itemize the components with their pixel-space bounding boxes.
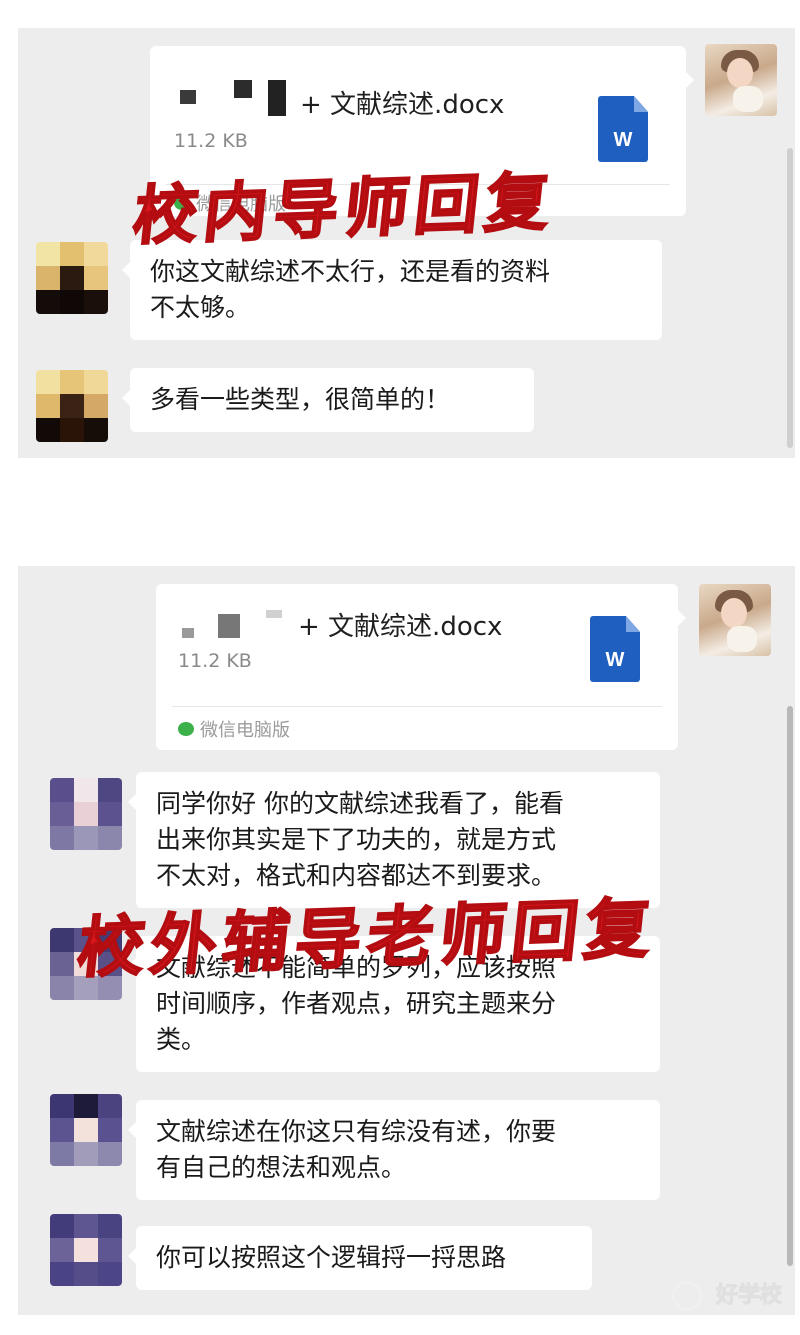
watermark: 好学校 [715, 1283, 782, 1309]
contact-avatar[interactable] [50, 1214, 122, 1286]
self-avatar[interactable] [705, 44, 777, 116]
message-line: 时间顺序，作者观点，研究主题来分 [156, 989, 557, 1018]
message-bubble[interactable]: 文献综述在你这只有综没有述，你要 有自己的想法和观点。 [128, 1100, 660, 1200]
redacted-filename-block [234, 80, 252, 98]
message-line: 同学你好 你的文献综述我看了，能看 [156, 789, 564, 818]
redacted-filename-block [182, 628, 194, 638]
message-line: 不太够。 [150, 293, 251, 322]
word-file-icon: W [590, 616, 640, 682]
message-line: 文献综述在你这只有综没有述，你要 [156, 1117, 557, 1146]
redacted-filename-block [266, 610, 282, 618]
word-letter: W [605, 649, 625, 671]
word-file-icon: W [598, 96, 648, 162]
scrollbar[interactable] [787, 148, 793, 448]
file-size: 11.2 KB [174, 130, 248, 152]
redacted-filename-block [268, 80, 286, 116]
avatar-cat [733, 86, 763, 112]
message-bubble[interactable]: 你这文献综述不太行，还是看的资料 不太够。 [122, 240, 662, 340]
message-line: 有自己的想法和观点。 [156, 1153, 407, 1182]
message-line: 你这文献综述不太行，还是看的资料 [150, 257, 551, 286]
contact-avatar[interactable] [50, 778, 122, 850]
avatar-face [721, 598, 747, 628]
stamp-label: 校内导师回复 [129, 164, 561, 256]
scrollbar[interactable] [787, 706, 793, 1266]
message-line: 多看一些类型，很简单的！ [150, 385, 451, 414]
contact-avatar[interactable] [36, 242, 108, 314]
watermark-logo-icon [672, 1281, 702, 1311]
message-line: 类。 [156, 1025, 207, 1054]
file-size: 11.2 KB [178, 650, 252, 672]
stamp-label: 校外辅导老师回复 [73, 888, 662, 988]
wechat-pc-icon [178, 722, 194, 736]
message-bubble[interactable]: 多看一些类型，很简单的！ [122, 368, 534, 432]
file-name: + 文献综述.docx [298, 612, 503, 642]
avatar-face [727, 58, 753, 88]
file-message[interactable]: + 文献综述.docx 11.2 KB W 微信电脑版 [156, 584, 686, 750]
message-line: 你可以按照这个逻辑捋一捋思路 [156, 1243, 507, 1272]
contact-avatar[interactable] [36, 370, 108, 442]
word-letter: W [613, 129, 633, 151]
message-bubble[interactable]: 你可以按照这个逻辑捋一捋思路 [128, 1226, 592, 1290]
file-source: 微信电脑版 [178, 716, 290, 742]
divider [172, 706, 662, 707]
file-name: + 文献综述.docx [300, 90, 505, 120]
contact-avatar[interactable] [50, 1094, 122, 1166]
redacted-filename-block [218, 614, 240, 638]
self-avatar[interactable] [699, 584, 771, 656]
avatar-cat [727, 626, 757, 652]
message-line: 出来你其实是下了功夫的，就是方式 [156, 825, 557, 854]
redacted-filename-block [180, 90, 196, 104]
